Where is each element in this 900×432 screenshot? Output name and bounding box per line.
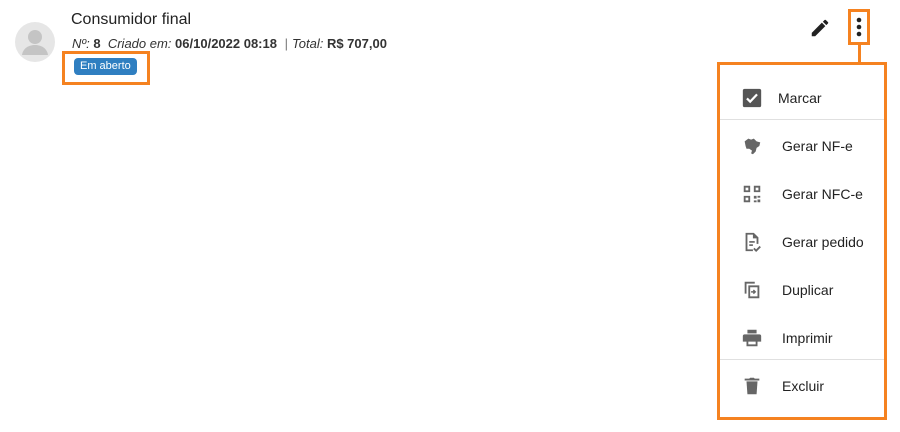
document-check-icon	[740, 230, 764, 254]
menu-item-duplicar[interactable]: Duplicar	[720, 266, 884, 314]
menu-divider	[720, 359, 884, 360]
printer-icon	[740, 326, 764, 350]
menu-item-label: Gerar NFC-e	[782, 186, 863, 202]
menu-item-label: Gerar NF-e	[782, 138, 853, 154]
separator: |	[284, 36, 288, 51]
total-label: Total:	[292, 36, 324, 51]
menu-item-gerar-nfce[interactable]: Gerar NFC-e	[720, 170, 884, 218]
menu-item-label: Marcar	[778, 90, 822, 106]
menu-item-label: Gerar pedido	[782, 234, 864, 250]
created-label: Criado em:	[107, 36, 172, 51]
number-value: 8	[93, 36, 101, 51]
checkbox-checked-icon	[740, 86, 764, 110]
highlight-connector	[858, 45, 861, 63]
person-icon	[22, 30, 48, 55]
menu-item-gerar-pedido[interactable]: Gerar pedido	[720, 218, 884, 266]
menu-item-label: Excluir	[782, 378, 825, 394]
avatar	[15, 22, 55, 62]
menu-divider	[720, 119, 884, 120]
brazil-map-icon	[740, 134, 764, 158]
edit-button[interactable]	[807, 15, 833, 41]
context-menu: Marcar Gerar NF-e Gerar NFC-e Gerar pedi…	[717, 62, 887, 420]
status-badge: Em aberto	[74, 58, 137, 75]
qr-code-icon	[740, 182, 764, 206]
duplicate-icon	[740, 278, 764, 302]
created-value: 06/10/2022 08:18	[175, 36, 277, 51]
number-label: Nº:	[72, 36, 90, 51]
menu-item-label: Imprimir	[782, 330, 833, 346]
menu-item-excluir[interactable]: Excluir	[720, 362, 884, 410]
customer-name: Consumidor final	[71, 11, 192, 28]
pencil-icon	[811, 19, 829, 37]
more-options-button[interactable]	[848, 9, 870, 45]
menu-item-marcar[interactable]: Marcar	[720, 74, 884, 122]
total-value: R$ 707,00	[326, 36, 387, 51]
menu-item-gerar-nfe[interactable]: Gerar NF-e	[720, 122, 884, 170]
trash-icon	[740, 374, 764, 398]
menu-item-imprimir[interactable]: Imprimir	[720, 314, 884, 362]
order-meta: Nº: 8 Criado em: 06/10/2022 08:18 | Total…	[72, 36, 387, 51]
more-vertical-icon	[856, 17, 862, 37]
menu-item-label: Duplicar	[782, 282, 834, 298]
